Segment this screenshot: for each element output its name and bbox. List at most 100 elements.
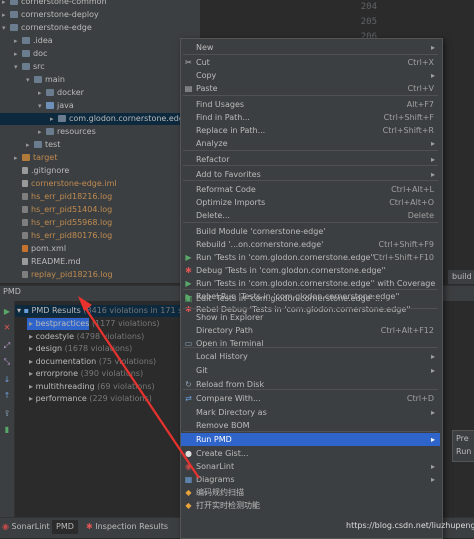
pmd-results-tree[interactable]: ▾ ▪ PMD Results (8416 violations in 171 … xyxy=(15,301,202,517)
menu-item-item[interactable]: ◆ 打开实时检测功能 xyxy=(181,499,440,512)
expand-all-icon[interactable]: ⤢ xyxy=(2,341,12,351)
menu-item-compare-with[interactable]: ⇄ Compare With... Ctrl+D xyxy=(181,392,440,405)
menu-item-label: Debug 'Tests in 'com.glodon.cornerstone.… xyxy=(196,266,386,275)
pmd-category-row[interactable]: ▸ bestpractices (1177 violations) xyxy=(27,318,160,330)
project-tree[interactable]: ▸ cornerstone-common ▸ cornerstone-deploy ▾ c… xyxy=(0,0,200,283)
menu-item-debug-tests-in-com-glodon-cornerstone-ed[interactable]: ✱ Debug 'Tests in 'com.glodon.cornerstone… xyxy=(181,264,440,277)
export-icon[interactable]: ⇪ xyxy=(2,409,12,419)
menu-item-git[interactable]: Git ▸ xyxy=(181,364,440,377)
settings-icon[interactable]: ▮ xyxy=(2,425,12,435)
menu-item-run-tests-in-com-glodon-cornerstone-edge[interactable]: ▶ Run 'Tests in 'com.glodon.cornerstone.e… xyxy=(181,251,440,264)
chevron-icon[interactable]: ▸ xyxy=(2,0,10,8)
collapse-all-icon[interactable]: ⤡ xyxy=(2,357,12,367)
tree-item[interactable]: ▸ doc xyxy=(0,48,200,60)
menu-item-build-module-cornerstone-edge[interactable]: Build Module 'cornerstone-edge' xyxy=(181,225,440,238)
menu-item-delete[interactable]: Delete... Delete xyxy=(181,209,440,222)
menu-item-directory-path[interactable]: Directory Path Ctrl+Alt+F12 xyxy=(181,324,440,337)
menu-item-label: Run PMD xyxy=(196,435,232,444)
menu-item-item[interactable]: ◆ 编码规约扫描 xyxy=(181,486,440,499)
tree-item[interactable]: hs_err_pid18216.log xyxy=(0,191,200,203)
tab-sonarlint[interactable]: ◉ SonarLint xyxy=(2,520,50,534)
menu-separator xyxy=(183,165,438,166)
menu-item-label: Paste xyxy=(196,84,218,93)
run-icon[interactable]: ▶ xyxy=(2,307,12,317)
tree-item[interactable]: .gitignore xyxy=(0,165,200,177)
menu-item-open-in-terminal[interactable]: ▭ Open in Terminal xyxy=(181,337,440,350)
menu-item-analyze[interactable]: Analyze ▸ xyxy=(181,137,440,150)
tree-item[interactable]: replay_pid18216.log xyxy=(0,269,200,281)
menu-item-shortcut: Ctrl+Shift+F10 xyxy=(373,253,434,262)
tree-item[interactable]: ▸ test xyxy=(0,139,200,151)
chevron-icon[interactable]: ▸ xyxy=(14,152,22,164)
tab-inspection-results[interactable]: ✱ Inspection Results xyxy=(86,520,168,534)
chevron-icon[interactable]: ▸ xyxy=(26,139,34,151)
tree-item[interactable]: pom.xml xyxy=(0,243,200,255)
tree-item[interactable]: ▾ java xyxy=(0,100,200,112)
chevron-icon[interactable]: ▸ xyxy=(50,113,58,125)
menu-item-find-in-path[interactable]: Find in Path... Ctrl+Shift+F xyxy=(181,111,440,124)
tree-item[interactable]: replay_pid51404.log xyxy=(0,282,200,283)
menu-item-find-usages[interactable]: Find Usages Alt+F7 xyxy=(181,98,440,111)
tree-item[interactable]: ▸ cornerstone-common xyxy=(0,0,200,8)
pmd-category-row[interactable]: ▸ documentation (75 violations) xyxy=(27,356,156,368)
chevron-icon[interactable]: ▸ xyxy=(2,9,10,21)
chevron-icon[interactable]: ▸ xyxy=(38,87,46,99)
menu-item-show-in-explorer[interactable]: Show in Explorer xyxy=(181,311,440,324)
chevron-icon[interactable]: ▸ xyxy=(38,126,46,138)
pmd-category-row[interactable]: ▸ multithreading (69 violations) xyxy=(27,381,155,393)
chevron-icon[interactable]: ▾ xyxy=(38,100,46,112)
previous-icon[interactable]: ↑ xyxy=(2,391,12,401)
tree-item-label: cornerstone-edge.iml xyxy=(31,179,117,188)
tree-item[interactable]: ▾ main xyxy=(0,74,200,86)
submenu-item-pre[interactable]: Pre xyxy=(456,434,469,443)
tree-item[interactable]: ▾ cornerstone-edge xyxy=(0,22,200,34)
tree-item[interactable]: ▾ src xyxy=(0,61,200,73)
chevron-icon[interactable]: ▾ xyxy=(26,74,34,86)
menu-item-paste[interactable]: ▤ Paste Ctrl+V xyxy=(181,82,440,95)
tree-item[interactable]: ▸ .idea xyxy=(0,35,200,47)
menu-item-copy[interactable]: Copy ▸ xyxy=(181,69,440,82)
pmd-results-root[interactable]: ▾ ▪ PMD Results (8416 violations in 171 … xyxy=(15,305,202,317)
menu-item-reformat-code[interactable]: Reformat Code Ctrl+Alt+L xyxy=(181,183,440,196)
pmd-category-row[interactable]: ▸ errorprone (390 violations) xyxy=(27,368,143,380)
menu-item-shortcut: Ctrl+Shift+F9 xyxy=(378,240,434,249)
menu-item-create-gist[interactable]: ● Create Gist... xyxy=(181,447,440,460)
menu-item-shortcut: Ctrl+Alt+L xyxy=(391,185,434,194)
tree-item[interactable]: ▸ docker xyxy=(0,87,200,99)
tree-item[interactable]: hs_err_pid55968.log xyxy=(0,217,200,229)
menu-item-new[interactable]: New ▸ xyxy=(181,41,440,54)
menu-item-run-pmd[interactable]: Run PMD ▸ xyxy=(181,433,440,446)
tree-item[interactable]: hs_err_pid51404.log xyxy=(0,204,200,216)
tree-item[interactable]: ▸ resources xyxy=(0,126,200,138)
menu-item-edit-tests-in-com-glodon-cornerstone-edg[interactable]: ▣ Edit 'Tests in 'com.glodon.cornerstone.… xyxy=(181,292,440,305)
menu-item-remove-bom[interactable]: Remove BOM xyxy=(181,419,440,432)
tree-item[interactable]: cornerstone-edge.iml xyxy=(0,178,200,190)
stop-icon[interactable]: ✕ xyxy=(2,323,12,333)
category-label: performance xyxy=(35,394,90,403)
tab-pmd[interactable]: PMD xyxy=(52,520,78,534)
chevron-icon[interactable]: ▸ xyxy=(14,35,22,47)
tree-item[interactable]: ▸ target xyxy=(0,152,200,164)
tree-item[interactable]: README.md xyxy=(0,256,200,268)
submenu-item-run[interactable]: Run xyxy=(456,447,471,456)
chevron-icon[interactable]: ▾ xyxy=(2,22,10,34)
menu-item-optimize-imports[interactable]: Optimize Imports Ctrl+Alt+O xyxy=(181,196,440,209)
menu-item-rebuild-on-cornerstone-edge[interactable]: Rebuild '...on.cornerstone.edge' Ctrl+Shi… xyxy=(181,238,440,251)
menu-item-replace-in-path[interactable]: Replace in Path... Ctrl+Shift+R xyxy=(181,124,440,137)
tab-build[interactable]: build xyxy=(448,270,474,284)
menu-item-sonarlint[interactable]: ◉ SonarLint ▸ xyxy=(181,460,440,473)
next-icon[interactable]: ↓ xyxy=(2,375,12,385)
menu-item-diagrams[interactable]: ▦ Diagrams ▸ xyxy=(181,473,440,486)
tree-item[interactable]: ▸ com.glodon.cornerstone.edge xyxy=(0,113,200,125)
debug-icon: ✱ xyxy=(185,266,192,275)
menu-item-cut[interactable]: ✂ Cut Ctrl+X xyxy=(181,56,440,69)
tree-item[interactable]: hs_err_pid80176.log xyxy=(0,230,200,242)
menu-item-mark-directory-as[interactable]: Mark Directory as ▸ xyxy=(181,406,440,419)
chevron-icon[interactable]: ▸ xyxy=(14,48,22,60)
menu-item-local-history[interactable]: Local History ▸ xyxy=(181,350,440,363)
pmd-category-row[interactable]: ▸ performance (229 violations) xyxy=(27,393,152,405)
tree-item[interactable]: ▸ cornerstone-deploy xyxy=(0,9,200,21)
pmd-category-row[interactable]: ▸ design (1678 violations) xyxy=(27,343,132,355)
pmd-category-row[interactable]: ▸ codestyle (4798 violations) xyxy=(27,331,144,343)
chevron-icon[interactable]: ▾ xyxy=(14,61,22,73)
